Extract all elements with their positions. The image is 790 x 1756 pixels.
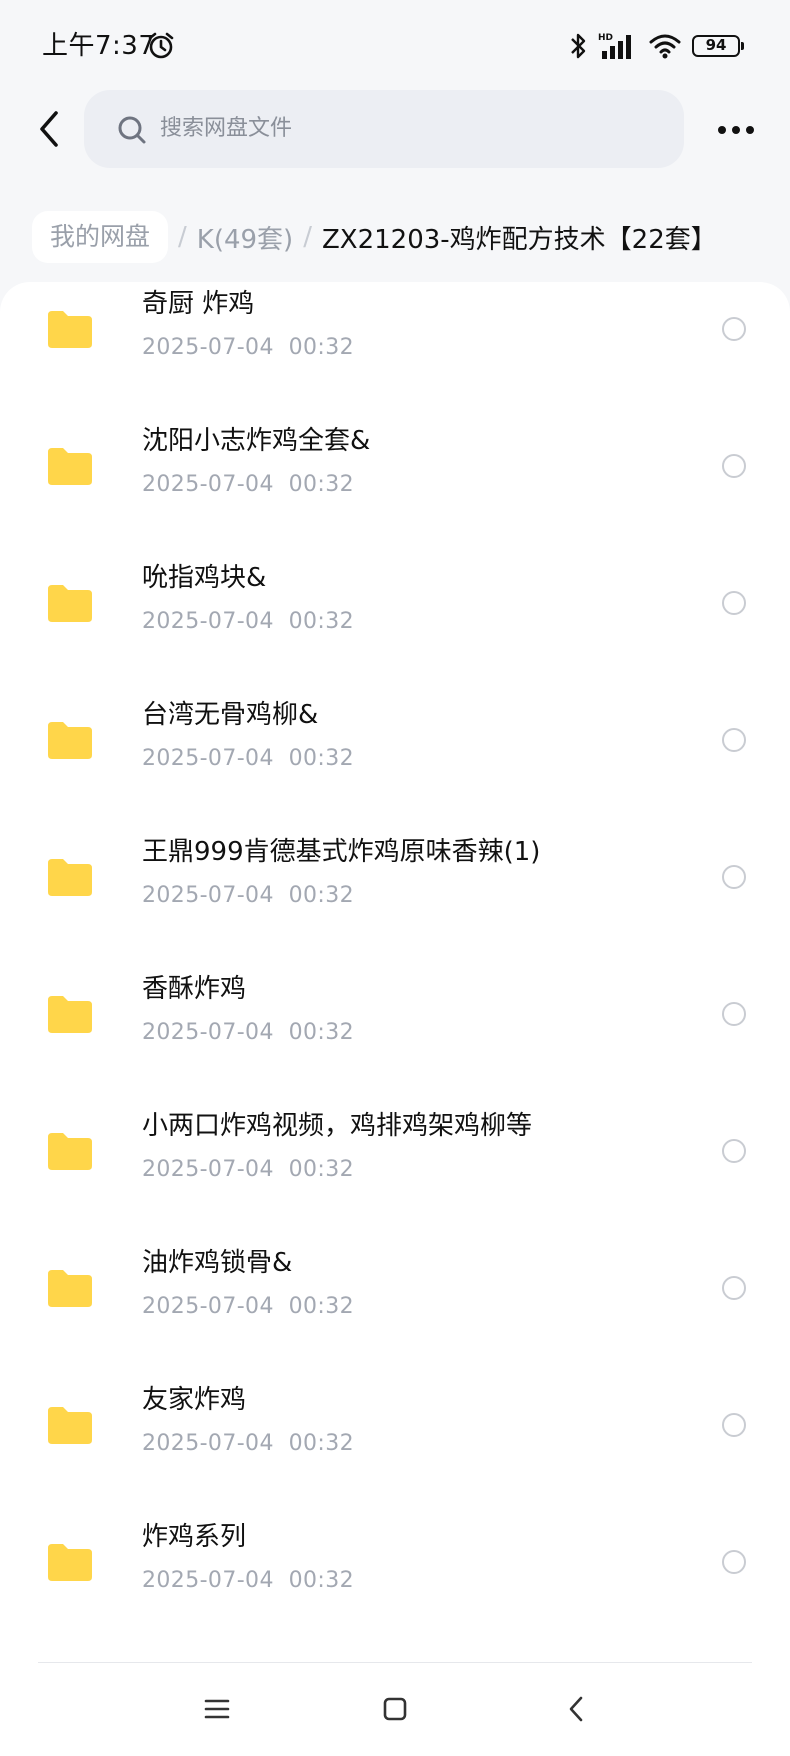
menu-icon (204, 1699, 230, 1719)
status-bar: 上午7:37 HD 94 (0, 0, 790, 90)
file-date: 2025-07-04 00:32 (142, 1157, 355, 1182)
list-item[interactable]: 油炸鸡锁骨& 2025-07-04 00:32 (0, 1241, 790, 1378)
select-radio[interactable] (722, 454, 746, 478)
breadcrumb-parent[interactable]: K(49套) (197, 219, 293, 256)
file-name: 油炸鸡锁骨& (142, 1248, 293, 1278)
select-radio[interactable] (722, 591, 746, 615)
file-date: 2025-07-04 00:32 (142, 883, 355, 908)
battery-icon: 94 (692, 35, 744, 57)
back-button[interactable] (26, 106, 72, 152)
back-arrow-icon (40, 111, 58, 147)
list-item[interactable]: 吮指鸡块& 2025-07-04 00:32 (0, 556, 790, 693)
system-nav-bar (0, 1663, 790, 1756)
select-radio[interactable] (722, 1413, 746, 1437)
folder-icon (48, 448, 92, 485)
alarm-icon (148, 32, 174, 59)
file-date: 2025-07-04 00:32 (142, 746, 355, 771)
menu-button[interactable] (199, 1691, 235, 1727)
select-radio[interactable] (722, 1276, 746, 1300)
home-icon (383, 1697, 407, 1721)
folder-icon (48, 1133, 92, 1170)
folder-icon (48, 1407, 92, 1444)
list-item[interactable]: 炸鸡系列 2025-07-04 00:32 (0, 1515, 790, 1652)
file-list: 奇厨 炸鸡 2025-07-04 00:32 沈阳小志炸鸡全套& 2025-07… (0, 282, 790, 1756)
breadcrumb-root[interactable]: 我的网盘 (32, 211, 169, 263)
wifi-icon (649, 34, 681, 59)
status-icons: HD 94 (568, 28, 744, 64)
folder-icon (48, 1270, 92, 1307)
list-item[interactable]: 香酥炸鸡 2025-07-04 00:32 (0, 967, 790, 1104)
file-name: 友家炸鸡 (142, 1385, 247, 1415)
file-date: 2025-07-04 00:32 (142, 1294, 355, 1319)
file-name: 香酥炸鸡 (142, 974, 247, 1004)
folder-icon (48, 1544, 92, 1581)
folder-icon (48, 722, 92, 759)
folder-icon (48, 859, 92, 896)
more-icon (718, 126, 726, 134)
file-date: 2025-07-04 00:32 (142, 1568, 355, 1593)
file-name: 沈阳小志炸鸡全套& (142, 426, 371, 456)
search-input[interactable]: 搜索网盘文件 (84, 90, 684, 168)
list-item[interactable]: 沈阳小志炸鸡全套& 2025-07-04 00:32 (0, 419, 790, 556)
breadcrumb: 我的网盘 / K(49套) / ZX21203-鸡炸配方技术【22套】 (32, 208, 717, 266)
select-radio[interactable] (722, 1139, 746, 1163)
home-button[interactable] (377, 1691, 413, 1727)
list-item[interactable]: 王鼎999肯德基式炸鸡原味香辣(1) 2025-07-04 00:32 (0, 830, 790, 967)
select-radio[interactable] (722, 317, 746, 341)
svg-text:HD: HD (598, 33, 613, 43)
list-item[interactable]: 友家炸鸡 2025-07-04 00:32 (0, 1378, 790, 1515)
file-name: 台湾无骨鸡柳& (142, 700, 319, 730)
file-name: 炸鸡系列 (142, 1522, 247, 1552)
more-button[interactable] (708, 112, 764, 148)
file-name: 小两口炸鸡视频，鸡排鸡架鸡柳等 (142, 1111, 533, 1141)
header: 搜索网盘文件 (0, 88, 790, 172)
list-item[interactable]: 台湾无骨鸡柳& 2025-07-04 00:32 (0, 693, 790, 830)
select-radio[interactable] (722, 728, 746, 752)
select-radio[interactable] (722, 865, 746, 889)
hd-signal-icon: HD (598, 33, 631, 59)
file-date: 2025-07-04 00:32 (142, 472, 355, 497)
back-icon (569, 1696, 583, 1722)
file-name: 奇厨 炸鸡 (142, 289, 255, 319)
folder-icon (48, 585, 92, 622)
breadcrumb-separator: / (178, 222, 187, 252)
folder-icon (48, 996, 92, 1033)
back-nav-button[interactable] (558, 1691, 594, 1727)
file-name: 吮指鸡块& (142, 563, 267, 593)
file-date: 2025-07-04 00:32 (142, 1431, 355, 1456)
bluetooth-icon (571, 33, 586, 59)
status-time: 上午7:37 (42, 31, 156, 61)
list-item[interactable]: 奇厨 炸鸡 2025-07-04 00:32 (0, 282, 790, 419)
breadcrumb-current: ZX21203-鸡炸配方技术【22套】 (321, 224, 717, 255)
breadcrumb-separator: / (303, 222, 312, 252)
list-item[interactable]: 小两口炸鸡视频，鸡排鸡架鸡柳等 2025-07-04 00:32 (0, 1104, 790, 1241)
file-name: 王鼎999肯德基式炸鸡原味香辣(1) (142, 837, 541, 867)
search-icon (118, 116, 146, 144)
search-placeholder: 搜索网盘文件 (160, 116, 293, 141)
file-date: 2025-07-04 00:32 (142, 609, 355, 634)
select-radio[interactable] (722, 1002, 746, 1026)
file-date: 2025-07-04 00:32 (142, 1020, 355, 1045)
folder-icon (48, 311, 92, 348)
select-radio[interactable] (722, 1550, 746, 1574)
file-date: 2025-07-04 00:32 (142, 335, 355, 360)
